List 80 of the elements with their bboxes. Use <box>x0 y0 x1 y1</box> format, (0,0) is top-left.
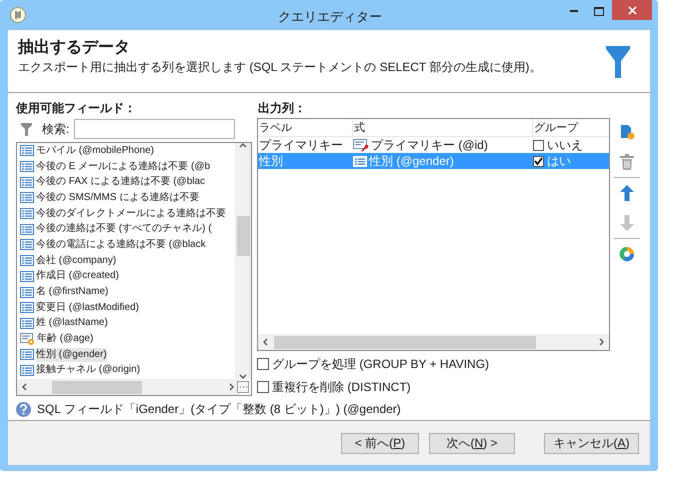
more-icon[interactable] <box>237 381 249 393</box>
field-icon <box>20 192 34 204</box>
close-button[interactable] <box>612 0 652 20</box>
page-title: 抽出するデータ <box>18 38 131 58</box>
filter-icon <box>606 46 630 78</box>
scroll-right-icon[interactable] <box>599 338 604 346</box>
help-icon <box>16 402 31 416</box>
column-header[interactable]: ラベル <box>258 119 353 136</box>
column-header[interactable]: グループ <box>533 119 609 136</box>
info-text: SQL フィールド「iGender」(タイプ「整数 (8 ビット)」) (@gender) <box>37 401 401 418</box>
field-list-item[interactable]: 今後の連絡は不要 (すべてのチャネル) ( <box>36 222 212 236</box>
horizontal-scrollbar[interactable] <box>17 379 239 395</box>
minimize-icon <box>570 10 578 12</box>
available-fields-label: 使用可能フィールド： <box>16 101 137 116</box>
scroll-left-icon[interactable] <box>263 338 268 346</box>
table-cell-text: 性別 (@gender) <box>369 153 454 170</box>
field-list-item[interactable]: 会社 (@company) <box>36 254 116 268</box>
field-list-item[interactable]: 接触チャネル (@origin) <box>36 363 140 378</box>
scroll-thumb[interactable] <box>52 380 142 394</box>
field-icon <box>20 239 34 250</box>
table-row[interactable]: プライマリキー プライマリキー (@id) いいえ <box>258 137 609 153</box>
maximize-icon <box>594 6 604 16</box>
dialog-button[interactable]: 次へ(N) > <box>429 432 515 454</box>
field-list-item[interactable]: 今後の SMS/MMS による連絡は不要 <box>36 190 200 205</box>
table-cell-text: いいえ <box>547 137 583 154</box>
option-label[interactable]: グループを処理 (GROUP BY + HAVING) <box>272 355 490 373</box>
checkbox[interactable] <box>257 381 269 393</box>
table-cell-text: プライマリキー (@id) <box>371 137 488 154</box>
field-icon <box>20 208 34 220</box>
page-description: エクスポート用に抽出する列を選択します (SQL ステートメントの SELECT 部分の生成に使用)。 <box>18 59 542 75</box>
dialog-button[interactable]: キャンセル(A) <box>544 432 639 454</box>
field-list-item[interactable]: 今後の FAX による連絡は不要 (@blac <box>36 175 206 190</box>
computed-field-icon <box>20 332 35 346</box>
search-field[interactable] <box>74 119 236 139</box>
table-cell-text: はい <box>547 153 571 170</box>
scroll-thumb[interactable] <box>274 336 536 348</box>
vertical-scrollbar[interactable] <box>235 143 251 379</box>
field-list-item[interactable]: 今後のダイレクトメールによる連絡は不要 <box>36 206 226 221</box>
field-list-item[interactable]: 作成日 (@created) <box>36 269 119 284</box>
field-icon <box>20 255 34 266</box>
dialog-button[interactable]: < 前へ(P) <box>341 432 419 454</box>
field-list-item[interactable]: 今後の電話による連絡は不要 (@black <box>36 238 206 252</box>
column-header[interactable]: 式 <box>353 119 533 136</box>
close-icon <box>628 6 636 14</box>
field-icon <box>20 349 34 360</box>
field-list-item[interactable]: 変更日 (@lastModified) <box>36 300 139 315</box>
field-icon <box>20 302 34 314</box>
field-icon <box>353 156 367 166</box>
field-list-item[interactable]: モバイル (@mobilePhone) <box>36 144 154 158</box>
checkbox[interactable] <box>533 156 544 166</box>
field-icon <box>20 364 34 376</box>
field-list-item[interactable]: 今後の E メールによる連絡は不要 (@b <box>36 160 210 174</box>
field-icon <box>20 318 34 329</box>
field-list-item[interactable]: 名 (@firstName) <box>36 285 108 300</box>
scroll-left-icon[interactable] <box>22 383 27 391</box>
scroll-thumb[interactable] <box>236 216 250 256</box>
checkbox[interactable] <box>257 358 269 370</box>
field-icon <box>20 270 34 282</box>
app-icon <box>10 7 26 23</box>
field-icon <box>20 286 34 298</box>
table-cell-text: 性別 <box>258 153 284 170</box>
field-icon <box>20 145 34 156</box>
scroll-up-icon[interactable] <box>239 143 247 148</box>
scroll-right-icon[interactable] <box>229 383 234 391</box>
field-list-item[interactable]: 年齢 (@age) <box>37 332 94 346</box>
output-columns-label: 出力列： <box>258 101 307 116</box>
key-field-icon <box>353 138 369 152</box>
scroll-down-icon[interactable] <box>239 374 247 379</box>
filter-icon <box>21 122 32 136</box>
window-title: クエリエディター <box>277 8 383 26</box>
field-icon <box>20 161 34 172</box>
table-cell-text: プライマリキー <box>258 137 344 154</box>
horizontal-scrollbar[interactable] <box>258 334 609 350</box>
search-label: 検索: <box>42 121 70 138</box>
option-label[interactable]: 重複行を削除 (DISTINCT) <box>272 378 411 396</box>
field-icon <box>20 176 34 188</box>
field-list-item[interactable]: 姓 (@lastName) <box>36 316 108 330</box>
checkbox[interactable] <box>533 140 544 150</box>
field-list-item[interactable]: 性別 (@gender) <box>36 348 107 362</box>
field-icon <box>20 224 34 235</box>
